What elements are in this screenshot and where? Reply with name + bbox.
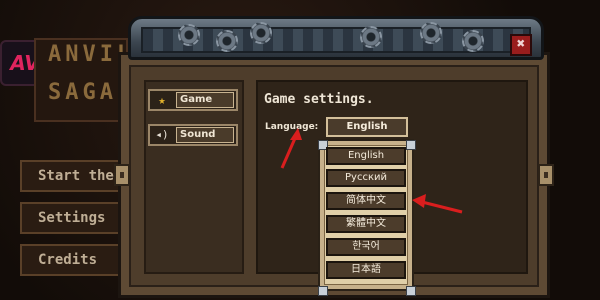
language-option-simplified-chinese[interactable]: 简体中文	[326, 192, 406, 210]
gear-icon	[216, 30, 238, 52]
tab-game-label: Game	[176, 92, 234, 108]
dialog-clasp-left	[114, 164, 130, 186]
language-option-traditional-chinese[interactable]: 繁體中文	[326, 215, 406, 233]
credits-button[interactable]: Credits	[20, 244, 125, 276]
close-button[interactable]: ✖	[510, 34, 532, 56]
language-option-japanese[interactable]: 日本語	[326, 261, 406, 279]
rivet-icon	[318, 286, 328, 296]
dialog-clasp-right	[538, 164, 554, 186]
language-option-russian[interactable]: Русский	[326, 169, 406, 187]
start-game-button[interactable]: Start the g	[20, 160, 125, 192]
game-title-line2: SAGA	[48, 80, 117, 105]
language-option-korean[interactable]: 한국어	[326, 238, 406, 256]
gear-icon	[178, 24, 200, 46]
tab-game[interactable]: ★ Game	[148, 89, 238, 111]
speaker-icon: ◂)	[155, 128, 169, 141]
gear-icon	[250, 22, 272, 44]
star-icon: ★	[158, 93, 166, 107]
language-label: Language:	[265, 122, 319, 132]
tab-sound-label: Sound	[176, 127, 234, 143]
rivet-icon	[406, 286, 416, 296]
page-title: Game settings.	[264, 92, 374, 107]
language-select[interactable]: English	[326, 117, 408, 137]
rivet-icon	[406, 140, 416, 150]
gear-icon	[462, 30, 484, 52]
language-option-english[interactable]: English	[326, 147, 406, 165]
gear-icon	[420, 22, 442, 44]
gear-icon	[360, 26, 382, 48]
settings-button[interactable]: Settings	[20, 202, 125, 234]
tab-sound[interactable]: ◂) Sound	[148, 124, 238, 146]
